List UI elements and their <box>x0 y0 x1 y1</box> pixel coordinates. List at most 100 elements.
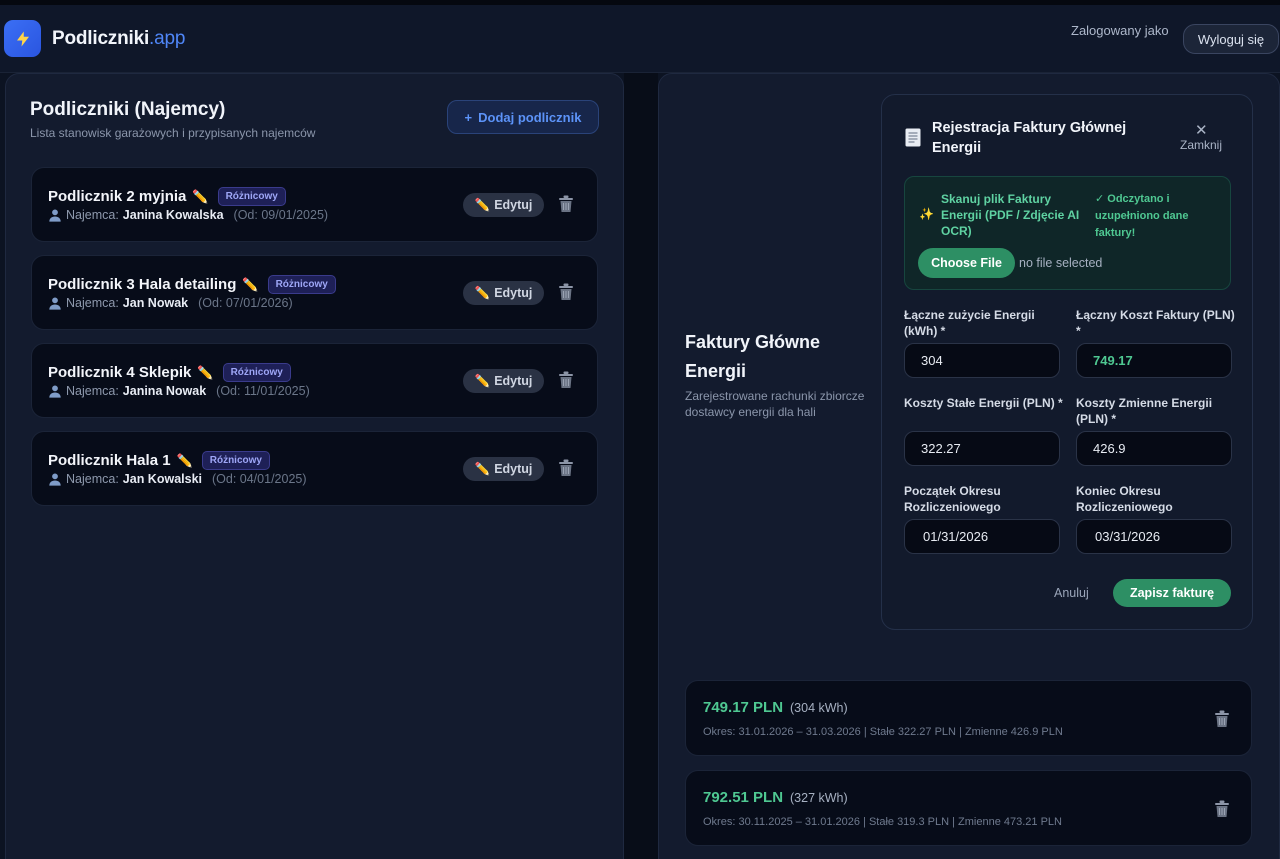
tenant-prefix: Najemca: <box>66 296 119 310</box>
invoices-panel: Faktury Główne Energii Zarejestrowane ra… <box>658 73 1280 859</box>
trash-icon[interactable] <box>1214 800 1230 818</box>
close-icon[interactable]: ✕ <box>1195 121 1208 139</box>
pencil-icon[interactable]: ✏️ <box>242 277 258 293</box>
submeter-name-text: Podlicznik 3 Hala detailing <box>48 276 237 293</box>
edit-button[interactable]: ✏️ Edytuj <box>463 193 544 217</box>
submeter-name-text: Podlicznik 4 Sklepik <box>48 364 192 381</box>
add-submeter-button[interactable]: + Dodaj podlicznik <box>447 100 599 134</box>
total-cost-label: Łączny Koszt Faktury (PLN) * <box>1076 308 1235 338</box>
tenant-info: Najemca: Janina Nowak (Od: 11/01/2025) <box>48 384 310 398</box>
invoice-item: 792.51 PLN (327 kWh) Okres: 30.11.2025 –… <box>685 770 1252 846</box>
lightning-icon <box>16 31 29 46</box>
tenant-prefix: Najemca: <box>66 208 119 222</box>
person-icon <box>49 209 61 222</box>
tenant-name: Jan Kowalski <box>122 472 202 486</box>
submeters-panel: Podliczniki (Najemcy) Lista stanowisk ga… <box>5 73 624 859</box>
submeter-name: Podlicznik 3 Hala detailing ✏️ Różnicowy <box>48 275 336 294</box>
variable-cost-label: Koszty Zmienne Energii (PLN) * <box>1076 396 1213 426</box>
file-status: no file selected <box>1019 256 1103 270</box>
app-logo[interactable] <box>4 20 41 57</box>
tenant-since: (Od: 07/01/2026) <box>198 296 293 310</box>
tenant-info: Najemca: Jan Nowak (Od: 07/01/2026) <box>48 296 293 310</box>
save-invoice-button[interactable]: Zapisz fakturę <box>1113 579 1231 607</box>
pencil-icon[interactable]: ✏️ <box>197 365 213 381</box>
edit-label: Edytuj <box>494 462 533 476</box>
person-icon <box>49 297 61 310</box>
add-submeter-label: Dodaj podlicznik <box>478 109 582 125</box>
column-gap <box>624 73 658 859</box>
submeter-name-text: Podlicznik 2 myjnia <box>48 188 187 205</box>
invoice-form-modal: Rejestracja Faktury Głównej Energii ✕ Za… <box>881 94 1253 630</box>
pencil-icon[interactable]: ✏️ <box>192 189 208 205</box>
tenant-info: Najemca: Jan Kowalski (Od: 04/01/2025) <box>48 472 307 486</box>
edit-button[interactable]: ✏️ Edytuj <box>463 281 544 305</box>
submeter-name-text: Podlicznik Hala 1 <box>48 452 171 469</box>
invoice-item: 749.17 PLN (304 kWh) Okres: 31.01.2026 –… <box>685 680 1252 756</box>
trash-icon[interactable] <box>558 195 574 213</box>
invoice-amount: 792.51 PLN <box>703 789 784 806</box>
tenant-prefix: Najemca: <box>66 384 119 398</box>
trash-icon[interactable] <box>558 459 574 477</box>
type-badge: Różnicowy <box>222 363 291 382</box>
fixed-cost-label: Koszty Stałe Energii (PLN) * <box>904 396 1063 410</box>
type-badge: Różnicowy <box>267 275 336 294</box>
invoices-title: Faktury Główne Energii <box>685 332 821 381</box>
pencil-icon[interactable]: ✏️ <box>177 453 193 469</box>
type-badge: Różnicowy <box>201 451 270 470</box>
submeter-card: Podlicznik 2 myjnia ✏️ Różnicowy Najemca… <box>31 167 598 242</box>
trash-icon[interactable] <box>558 371 574 389</box>
total-cost-input[interactable]: 749.17 <box>1076 343 1232 378</box>
brand-name[interactable]: Podliczniki.app <box>52 28 185 50</box>
submeter-card: Podlicznik 4 Sklepik ✏️ Różnicowy Najemc… <box>31 343 598 418</box>
type-badge: Różnicowy <box>217 187 286 206</box>
submeter-card: Podlicznik 3 Hala detailing ✏️ Różnicowy… <box>31 255 598 330</box>
usage-input[interactable]: 304 <box>904 343 1060 378</box>
ocr-success-message: ✓ Odczytano i uzupełniono dane faktury! <box>1095 193 1189 239</box>
submeter-name: Podlicznik 2 myjnia ✏️ Różnicowy <box>48 187 286 206</box>
person-icon <box>49 473 61 486</box>
submeters-subtitle: Lista stanowisk garażowych i przypisanyc… <box>30 126 316 140</box>
brand-main: Podliczniki <box>52 28 150 49</box>
tenant-since: (Od: 04/01/2025) <box>212 472 307 486</box>
sparkle-icon: ✨ <box>919 207 934 221</box>
period-end-label: Koniec Okresu Rozliczeniowego <box>1076 484 1173 514</box>
invoices-subtitle: Zarejestrowane rachunki zbiorcze dostawc… <box>685 389 865 419</box>
period-start-label: Początek Okresu Rozliczeniowego <box>904 484 1001 514</box>
edit-label: Edytuj <box>494 198 533 212</box>
app-header: Podliczniki.app Zalogowany jako Wyloguj … <box>0 5 1280 73</box>
trash-icon[interactable] <box>558 283 574 301</box>
edit-button[interactable]: ✏️ Edytuj <box>463 457 544 481</box>
pencil-icon: ✏️ <box>474 197 491 212</box>
trash-icon[interactable] <box>1214 710 1230 728</box>
usage-label: Łączne zużycie Energii (kWh) * <box>904 308 1035 338</box>
edit-button[interactable]: ✏️ Edytuj <box>463 369 544 393</box>
choose-file-button[interactable]: Choose File <box>918 248 1015 278</box>
modal-title: Rejestracja Faktury Głównej Energii <box>932 120 1127 156</box>
logged-in-label: Zalogowany jako <box>1071 23 1169 38</box>
close-button[interactable]: Zamknij <box>1180 138 1222 152</box>
pencil-icon: ✏️ <box>474 373 491 388</box>
invoice-kwh: (304 kWh) <box>790 701 848 715</box>
tenant-since: (Od: 11/01/2025) <box>216 384 310 398</box>
submeter-card: Podlicznik Hala 1 ✏️ Różnicowy Najemca: … <box>31 431 598 506</box>
ocr-scan-box: ✨ Skanuj plik Faktury Energii (PDF / Zdj… <box>904 176 1231 290</box>
submeter-name: Podlicznik 4 Sklepik ✏️ Różnicowy <box>48 363 291 382</box>
logout-button[interactable]: Wyloguj się <box>1183 24 1279 54</box>
period-start-input[interactable]: 01/31/2026 <box>904 519 1060 554</box>
tenant-name: Jan Nowak <box>122 296 189 310</box>
invoice-details: Okres: 31.01.2026 – 31.03.2026 | Stałe 3… <box>703 726 1063 738</box>
invoice-details: Okres: 30.11.2025 – 31.01.2026 | Stałe 3… <box>703 816 1062 828</box>
brand-suffix: .app <box>149 28 186 49</box>
plus-icon: + <box>464 109 473 125</box>
submeter-name: Podlicznik Hala 1 ✏️ Różnicowy <box>48 451 270 470</box>
fixed-cost-input[interactable]: 322.27 <box>904 431 1060 466</box>
variable-cost-input[interactable]: 426.9 <box>1076 431 1232 466</box>
invoice-kwh: (327 kWh) <box>790 791 848 805</box>
tenant-name: Janina Kowalska <box>122 208 224 222</box>
cancel-button[interactable]: Anuluj <box>1054 586 1089 600</box>
submeters-title: Podliczniki (Najemcy) <box>30 99 226 120</box>
tenant-prefix: Najemca: <box>66 472 119 486</box>
pencil-icon: ✏️ <box>474 285 491 300</box>
period-end-input[interactable]: 03/31/2026 <box>1076 519 1232 554</box>
edit-label: Edytuj <box>494 286 533 300</box>
